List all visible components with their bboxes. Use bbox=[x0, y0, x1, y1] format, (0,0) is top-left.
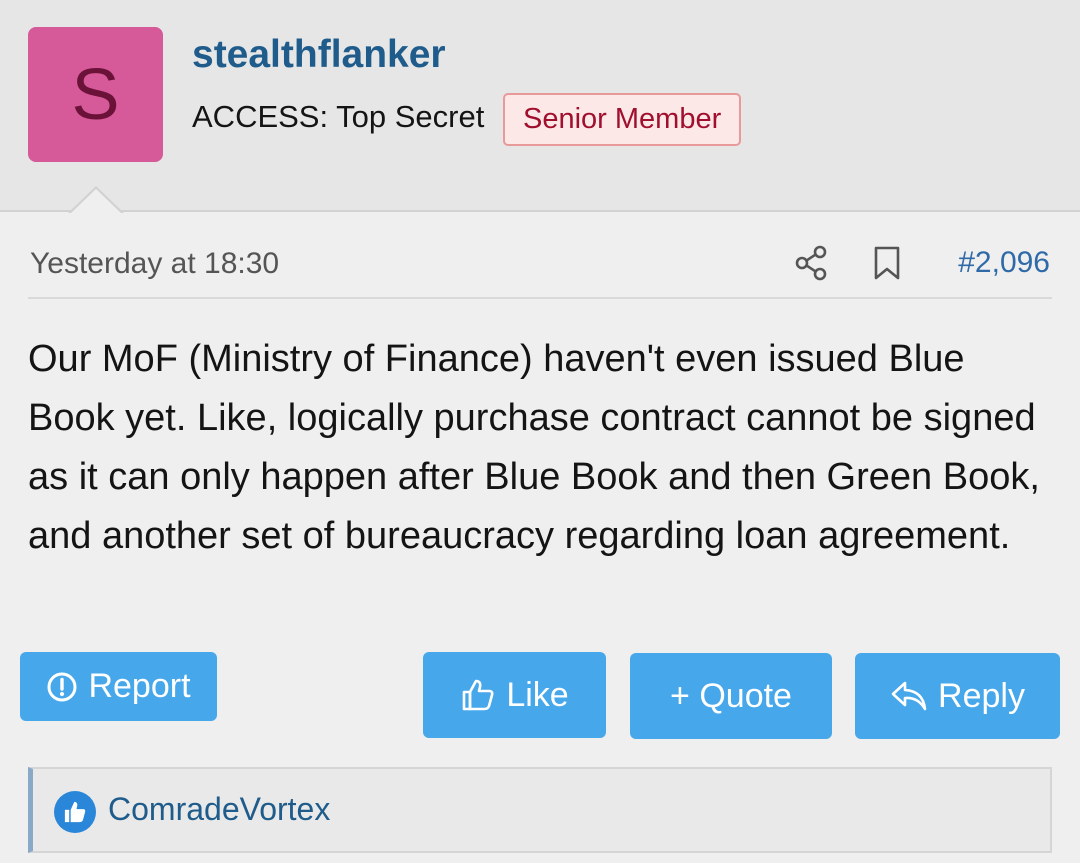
post-body: Our MoF (Ministry of Finance) haven't ev… bbox=[28, 338, 1040, 557]
thumbs-up-icon bbox=[463, 679, 494, 711]
post-timestamp[interactable]: Yesterday at 18:30 bbox=[30, 247, 279, 281]
avatar[interactable]: S bbox=[28, 27, 163, 162]
reply-label: Reply bbox=[938, 676, 1025, 715]
username-link[interactable]: stealthflanker bbox=[192, 33, 446, 77]
bookmark-icon[interactable] bbox=[873, 245, 901, 281]
share-icon[interactable] bbox=[795, 245, 829, 281]
post-header: S stealthflanker ACCESS: Top Secret Seni… bbox=[0, 0, 1080, 212]
report-label: Report bbox=[88, 667, 191, 705]
like-label: Like bbox=[506, 675, 569, 714]
report-button[interactable]: Report bbox=[20, 652, 217, 721]
user-banner: Senior Member bbox=[503, 93, 742, 146]
header-arrow-inner bbox=[70, 189, 122, 214]
report-icon bbox=[47, 672, 77, 701]
quote-label: + Quote bbox=[670, 676, 792, 715]
avatar-letter: S bbox=[71, 54, 120, 135]
thumbs-up-icon bbox=[54, 791, 96, 833]
reply-button[interactable]: Reply bbox=[855, 653, 1060, 739]
like-button[interactable]: Like bbox=[423, 652, 606, 738]
reactions-bar[interactable]: ComradeVortex bbox=[28, 767, 1052, 853]
divider bbox=[28, 297, 1052, 299]
post-number-link[interactable]: #2,096 bbox=[958, 246, 1050, 280]
user-title: ACCESS: Top Secret bbox=[192, 99, 485, 134]
quote-button[interactable]: + Quote bbox=[630, 653, 832, 739]
reply-icon bbox=[891, 681, 927, 711]
reaction-user-link[interactable]: ComradeVortex bbox=[108, 791, 330, 828]
